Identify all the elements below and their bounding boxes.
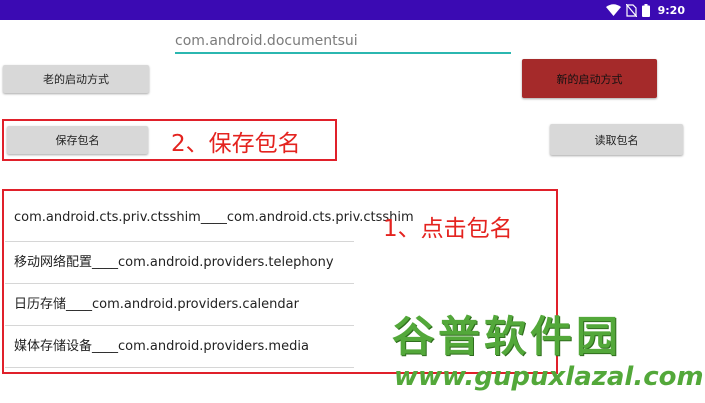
old-launch-button[interactable]: 老的启动方式 <box>3 65 149 93</box>
no-sim-icon <box>625 3 637 17</box>
watermark-title: 谷普软件园 <box>392 312 623 361</box>
status-time: 9:20 <box>657 3 685 17</box>
status-bar: 9:20 <box>0 0 705 20</box>
watermark-url: www.gupuxlazal.com <box>394 362 704 392</box>
annotation-step2-text: 2、保存包名 <box>171 131 301 157</box>
wifi-icon <box>605 4 621 16</box>
annotation-step1-text: 1、点击包名 <box>383 216 513 242</box>
battery-icon <box>641 3 650 17</box>
new-launch-button[interactable]: 新的启动方式 <box>522 59 657 98</box>
package-name-input[interactable] <box>175 30 511 54</box>
read-package-button[interactable]: 读取包名 <box>550 124 683 155</box>
